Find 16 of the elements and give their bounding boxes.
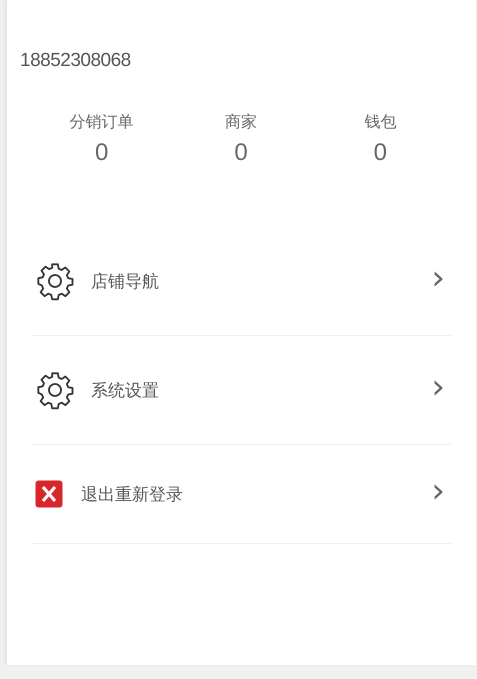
stat-label: 钱包 xyxy=(364,112,396,133)
stat-value: 0 xyxy=(94,139,108,167)
chevron-icon: › xyxy=(431,474,445,508)
chevron-icon: › xyxy=(431,261,445,295)
chevron-icon: › xyxy=(431,370,445,404)
settings-icon xyxy=(35,370,75,410)
close-icon xyxy=(35,480,63,508)
stat-value: 0 xyxy=(374,139,387,167)
menu-item[interactable]: 退出重新登录 › xyxy=(32,445,451,544)
stat-value: 0 xyxy=(234,139,248,167)
menu-item[interactable]: 系统设置 › xyxy=(32,336,451,445)
settings-icon xyxy=(35,261,75,301)
menu-item[interactable]: 店铺导航 › xyxy=(32,227,451,336)
stat-label: 商家 xyxy=(224,112,257,133)
phone-number: 18852308068 xyxy=(20,50,132,72)
stat-label: 分销订单 xyxy=(70,112,134,133)
